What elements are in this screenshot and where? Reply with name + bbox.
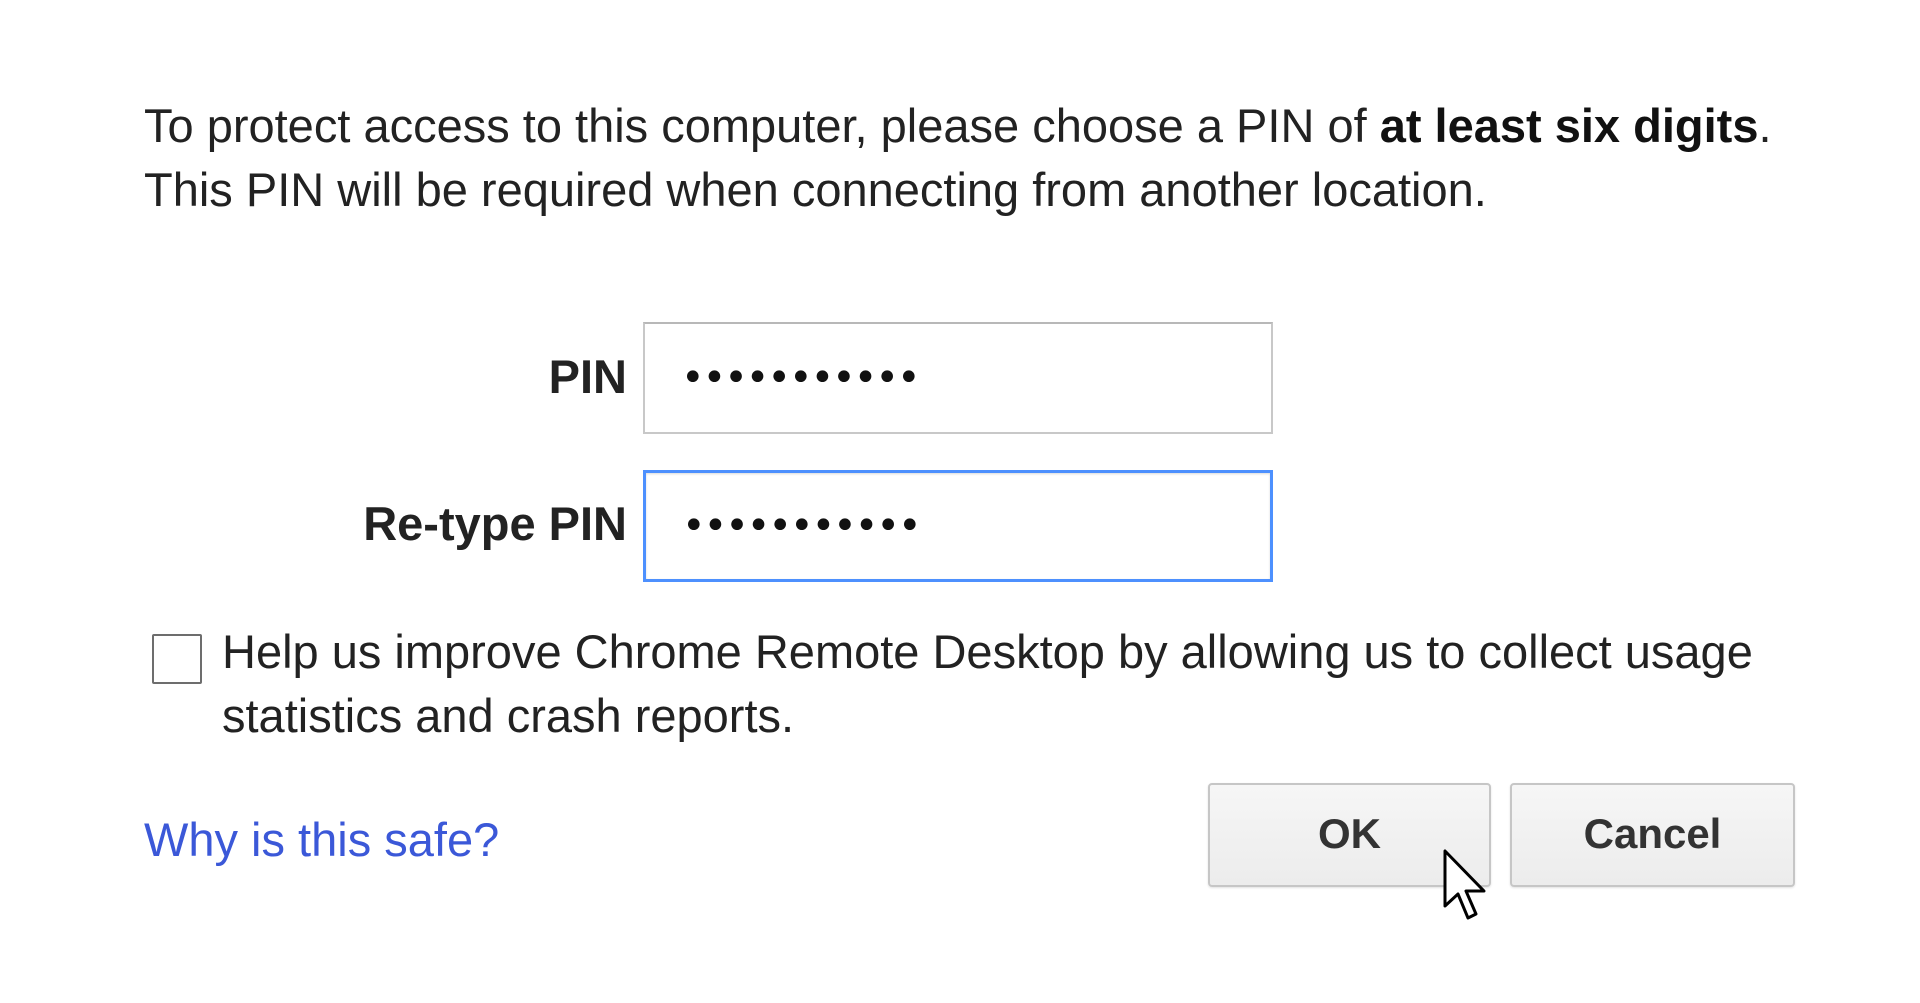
retype-pin-input[interactable]: [643, 470, 1273, 582]
why-is-this-safe-link[interactable]: Why is this safe?: [144, 812, 499, 867]
pin-input[interactable]: [643, 322, 1273, 434]
pin-setup-dialog: To protect access to this computer, plea…: [0, 0, 1920, 1003]
intro-bold: at least six digits: [1379, 99, 1759, 152]
usage-stats-checkbox[interactable]: [152, 634, 202, 684]
intro-text: To protect access to this computer, plea…: [144, 94, 1804, 222]
usage-stats-label[interactable]: Help us improve Chrome Remote Desktop by…: [222, 620, 1802, 748]
retype-pin-label: Re-type PIN: [363, 497, 627, 550]
intro-part1: To protect access to this computer, plea…: [144, 99, 1380, 152]
pin-label: PIN: [548, 350, 627, 403]
ok-button[interactable]: OK: [1208, 783, 1491, 887]
cancel-button[interactable]: Cancel: [1510, 783, 1795, 887]
